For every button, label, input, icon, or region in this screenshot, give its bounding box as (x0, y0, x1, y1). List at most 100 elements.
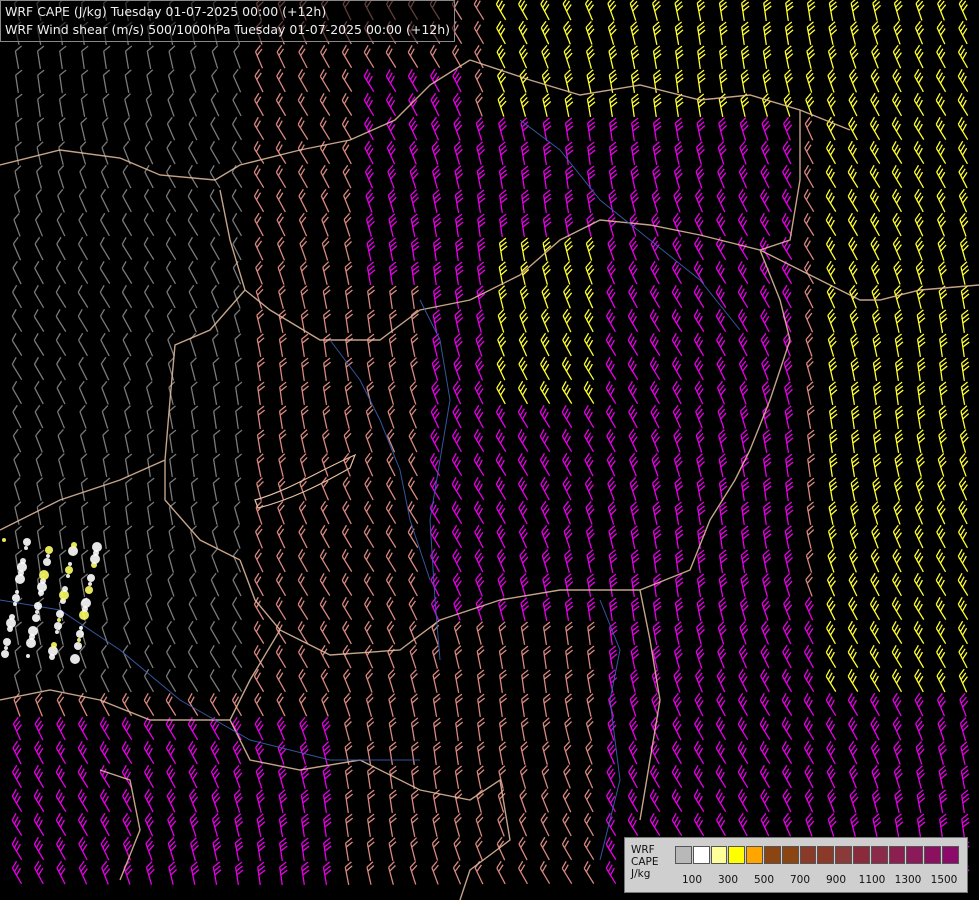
wind-barb (695, 404, 705, 429)
barb-staff (737, 268, 749, 284)
barb-staff (36, 51, 42, 69)
wind-barb (341, 548, 353, 572)
barb-staff (102, 555, 108, 573)
barb-staff (81, 507, 85, 525)
barb-staff (363, 603, 375, 621)
barb-staff (561, 435, 573, 453)
wind-barb (563, 284, 573, 309)
barb-staff (715, 315, 727, 333)
wind-barb (407, 524, 419, 548)
wind-barb (675, 69, 684, 94)
wind-barb (474, 548, 484, 573)
barb-feather (187, 164, 193, 173)
wind-barb (607, 213, 617, 237)
barb-staff (125, 506, 129, 526)
barb-staff (79, 147, 87, 165)
wind-barb (806, 525, 815, 549)
barb-staff (144, 291, 154, 309)
barb-feather (77, 260, 83, 269)
wind-barb (102, 573, 110, 597)
wind-barb (784, 21, 794, 45)
wind-barb (587, 117, 596, 141)
wind-barb (102, 549, 111, 573)
wind-barb (739, 117, 749, 141)
wind-barb (341, 68, 353, 92)
barb-staff (211, 339, 219, 357)
wind-barb (674, 525, 684, 549)
wind-barb (608, 165, 618, 189)
wind-barb (232, 236, 242, 261)
wind-barb (11, 332, 23, 356)
wind-barb (653, 573, 662, 598)
wind-barb (100, 356, 110, 381)
wind-barb (759, 212, 771, 237)
barb-staff (804, 291, 814, 309)
wind-barb (542, 117, 552, 141)
barb-staff (496, 555, 506, 573)
wind-barb (275, 116, 287, 140)
barb-feather (121, 284, 127, 293)
wind-barb (869, 116, 881, 141)
wind-barb (674, 21, 684, 45)
wind-barb (81, 45, 89, 70)
wind-barb (345, 309, 354, 334)
wind-barb (562, 476, 572, 501)
barb-feather (57, 188, 64, 197)
barb-staff (81, 50, 85, 70)
barb-feather (232, 596, 238, 605)
barb-staff (474, 363, 484, 381)
wind-barb (629, 477, 639, 501)
wind-barb (12, 404, 22, 429)
barb-feather (125, 45, 133, 52)
wind-barb (650, 260, 660, 285)
barb-staff (210, 291, 220, 309)
wind-barb (341, 572, 353, 596)
wind-barb (145, 116, 153, 141)
wind-barb (322, 309, 331, 333)
wind-barb (693, 332, 705, 357)
wind-barb (34, 236, 44, 261)
barb-feather (81, 45, 89, 52)
barb-staff (80, 123, 86, 141)
wind-barb (672, 236, 682, 261)
wind-barb (297, 68, 309, 93)
wind-barb (914, 212, 924, 237)
barb-staff (254, 99, 264, 117)
wind-barb (784, 429, 794, 453)
barb-feather (210, 260, 217, 269)
barb-staff (847, 219, 859, 237)
barb-feather (33, 356, 40, 365)
wind-barb (13, 477, 21, 501)
wind-barb (320, 164, 330, 189)
barb-staff (232, 99, 242, 117)
barb-feather (188, 596, 195, 605)
wind-barb (55, 332, 67, 357)
wind-barb (519, 308, 529, 333)
wind-barb (631, 93, 640, 118)
wind-barb (13, 452, 21, 477)
wind-barb (517, 452, 529, 477)
barb-feather (37, 549, 45, 556)
wind-barb (892, 68, 902, 93)
wind-barb (850, 477, 860, 501)
wind-barb (122, 332, 132, 357)
wind-barb (521, 189, 530, 214)
wind-barb (430, 596, 440, 621)
barb-staff (495, 436, 507, 452)
wind-barb (652, 501, 662, 525)
barb-staff (102, 435, 108, 453)
wind-barb (167, 572, 175, 597)
wind-barb (499, 189, 508, 214)
barb-staff (364, 459, 374, 477)
wind-barb (476, 189, 486, 213)
wind-barb (123, 381, 131, 405)
wind-barb (12, 236, 22, 261)
wind-barb (672, 380, 682, 405)
barb-feather (189, 69, 196, 76)
barb-staff (275, 99, 287, 117)
wind-barb (674, 117, 684, 141)
barb-feather (187, 188, 193, 197)
wind-barb (497, 573, 507, 597)
wind-barb (762, 549, 772, 573)
wind-barb (367, 285, 376, 309)
